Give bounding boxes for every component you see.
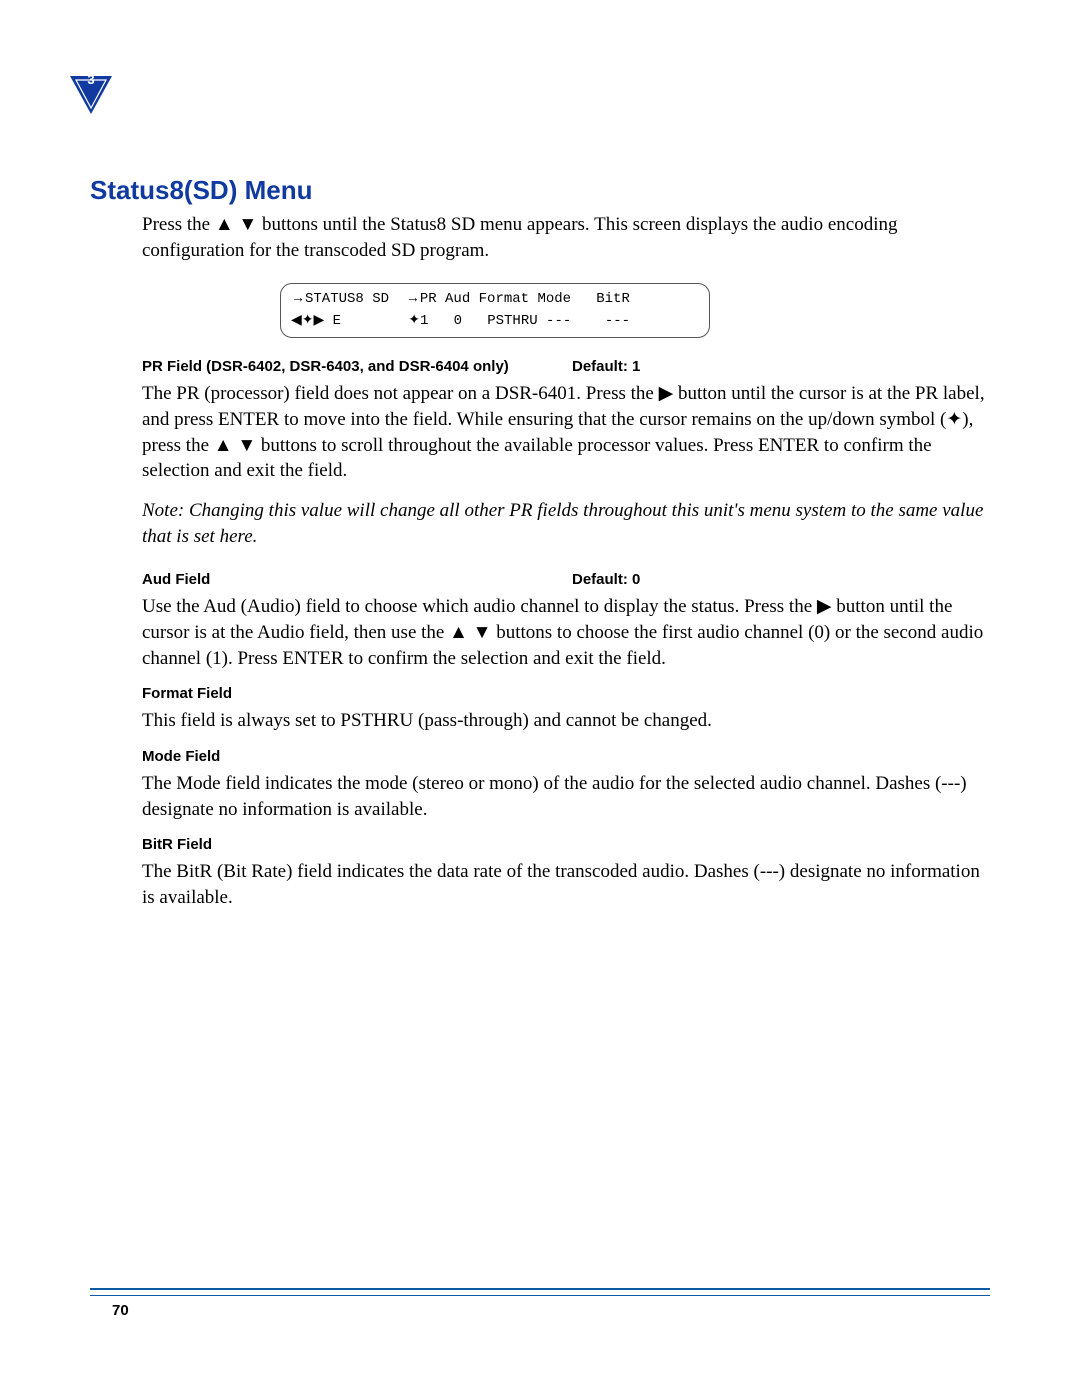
right-arrow-icon: → bbox=[291, 288, 305, 308]
chapter-marker: 3 bbox=[68, 70, 114, 116]
lcd-display: →STATUS8 SD →PR Aud Format Mode BitR ◀✦▶… bbox=[280, 283, 710, 338]
up-arrow-icon: ▲ bbox=[215, 212, 234, 238]
right-arrow-icon: ▶ bbox=[817, 594, 832, 620]
text: Press the bbox=[142, 214, 215, 235]
chapter-number: 3 bbox=[68, 72, 114, 87]
right-arrow-icon: → bbox=[406, 288, 420, 308]
aud-field-header: Aud Field Default: 0 bbox=[142, 571, 990, 588]
down-arrow-icon: ▼ bbox=[237, 433, 256, 459]
bitr-field-body: The BitR (Bit Rate) field indicates the … bbox=[142, 859, 990, 910]
lcd-line1b: PR Aud Format Mode BitR bbox=[420, 291, 630, 307]
field-label: Aud Field bbox=[142, 571, 572, 588]
mode-field-body: The Mode field indicates the mode (stere… bbox=[142, 771, 990, 822]
page: 3 Status8(SD) Menu Press the ▲ ▼ buttons… bbox=[0, 0, 1080, 1397]
field-default: Default: 1 bbox=[572, 358, 640, 375]
field-label: Format Field bbox=[142, 685, 572, 702]
text: The PR (processor) field does not appear… bbox=[142, 383, 659, 404]
format-field-body: This field is always set to PSTHRU (pass… bbox=[142, 708, 990, 734]
field-label: PR Field (DSR-6402, DSR-6403, and DSR-64… bbox=[142, 358, 572, 375]
page-number: 70 bbox=[112, 1302, 990, 1319]
field-default: Default: 0 bbox=[572, 571, 640, 588]
pr-field-body: The PR (processor) field does not appear… bbox=[142, 381, 990, 484]
field-label: BitR Field bbox=[142, 836, 572, 853]
up-arrow-icon: ▲ bbox=[214, 433, 233, 459]
section-heading: Status8(SD) Menu bbox=[90, 175, 990, 206]
pr-field-header: PR Field (DSR-6402, DSR-6403, and DSR-64… bbox=[142, 358, 990, 375]
up-down-icon: ✦ bbox=[408, 310, 420, 330]
right-arrow-icon: ▶ bbox=[659, 381, 674, 407]
text: Use the Aud (Audio) field to choose whic… bbox=[142, 596, 817, 617]
up-arrow-icon: ▲ bbox=[449, 620, 468, 646]
lcd-line2a: E bbox=[324, 313, 408, 329]
up-down-icon: ✦ bbox=[946, 407, 962, 433]
mode-field-header: Mode Field bbox=[142, 748, 990, 765]
lcd-line2b: 1 0 PSTHRU --- --- bbox=[420, 313, 630, 329]
aud-field-body: Use the Aud (Audio) field to choose whic… bbox=[142, 594, 990, 671]
page-footer: 70 bbox=[90, 1288, 990, 1319]
down-arrow-icon: ▼ bbox=[473, 620, 492, 646]
down-arrow-icon: ▼ bbox=[238, 212, 257, 238]
text: buttons to scroll throughout the availab… bbox=[142, 435, 932, 482]
field-label: Mode Field bbox=[142, 748, 572, 765]
bitr-field-header: BitR Field bbox=[142, 836, 990, 853]
lcd-line1a: STATUS8 SD bbox=[305, 291, 406, 307]
intro-paragraph: Press the ▲ ▼ buttons until the Status8 … bbox=[142, 212, 990, 263]
format-field-header: Format Field bbox=[142, 685, 990, 702]
footer-rule bbox=[90, 1295, 990, 1296]
pr-field-note: Note: Changing this value will change al… bbox=[142, 498, 990, 549]
nav-arrows-icon: ◀✦▶ bbox=[291, 310, 324, 330]
